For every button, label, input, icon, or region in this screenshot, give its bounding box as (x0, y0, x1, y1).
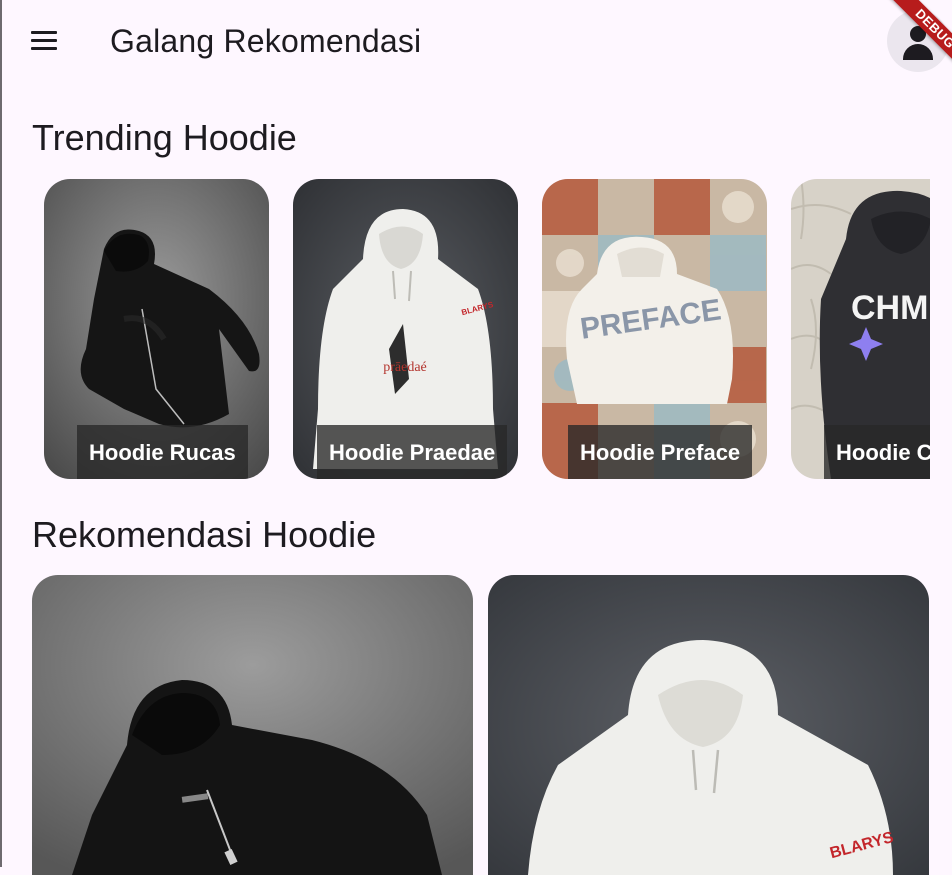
hoodie-image (32, 575, 473, 875)
app-title: Galang Rekomendasi (110, 23, 422, 59)
menu-icon[interactable] (22, 20, 66, 64)
trending-card-label: Hoodie Preface (568, 425, 753, 479)
recommendation-card[interactable] (32, 575, 473, 875)
hoodie-image: BLARYS (488, 575, 929, 875)
trending-card[interactable]: CHM Hoodie Chmo (791, 179, 930, 479)
trending-section-title: Trending Hoodie (32, 117, 297, 158)
app-bar: Galang Rekomendasi DEBUG (0, 0, 952, 82)
hoodie-print-text: CHM (851, 289, 928, 327)
recommendation-section-title: Rekomendasi Hoodie (32, 514, 377, 555)
trending-card[interactable]: Hoodie Rucas (44, 179, 269, 479)
trending-card[interactable]: prāedaé BLARYS Hoodie Praedae (293, 179, 518, 479)
trending-card[interactable]: PREFACE Hoodie Preface (542, 179, 767, 479)
trending-card-label: Hoodie Praedae (317, 425, 508, 479)
trending-carousel[interactable]: Hoodie Rucas prāedaé BLARYS Hoodie Praed… (0, 179, 930, 479)
trending-card-label: Hoodie Rucas (77, 425, 248, 479)
profile-button[interactable] (887, 10, 949, 72)
recommendation-card[interactable]: BLARYS (488, 575, 929, 875)
hoodie-print-text: prāedaé (383, 360, 427, 375)
trending-card-label: Hoodie Chmo (824, 425, 930, 479)
